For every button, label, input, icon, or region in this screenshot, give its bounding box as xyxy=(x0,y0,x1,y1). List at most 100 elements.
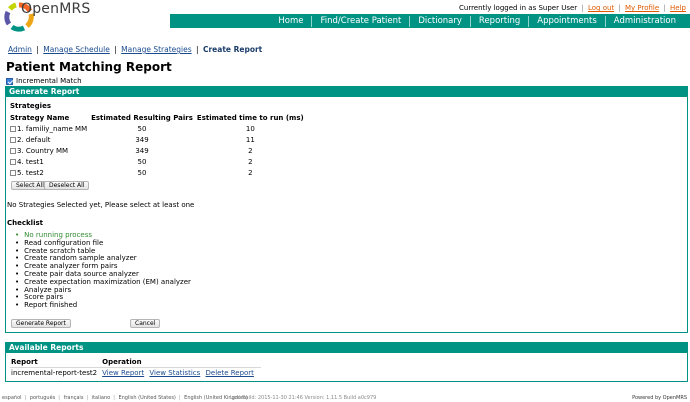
divider: | xyxy=(196,45,199,54)
pairs-value: 50 xyxy=(137,157,147,166)
view-report-link[interactable]: View Report xyxy=(102,369,144,377)
cancel-button[interactable]: Cancel xyxy=(130,319,161,328)
table-row: 3. Country MM 349 2 xyxy=(10,145,308,156)
divider: | xyxy=(663,4,666,12)
strategy-cell: 5. test2 xyxy=(10,167,91,178)
available-reports-panel: Available Reports Report Operation incre… xyxy=(5,342,688,382)
col-estimated-time: Estimated time to run (ms) xyxy=(196,114,304,122)
table-row: 1. familiy_name MM 50 10 xyxy=(10,123,308,134)
user-bar: Currently logged in as Super User | Log … xyxy=(459,4,686,12)
language-link[interactable]: español xyxy=(2,395,22,401)
strategy-name: 5. test2 xyxy=(17,168,44,177)
strategies-title: Strategies xyxy=(10,102,51,110)
strategy-cell: 3. Country MM xyxy=(10,145,91,156)
time-value: 2 xyxy=(248,157,253,166)
panel-header: Available Reports xyxy=(6,343,687,353)
time-value: 11 xyxy=(245,135,255,144)
time-value: 2 xyxy=(248,146,253,155)
breadcrumb: Admin | Manage Schedule | Manage Strateg… xyxy=(8,45,262,54)
manage-schedule-link[interactable]: Manage Schedule xyxy=(43,45,110,54)
manage-strategies-link[interactable]: Manage Strategies xyxy=(121,45,191,54)
col-estimated-pairs: Estimated Resulting Pairs xyxy=(91,114,193,122)
language-link[interactable]: português xyxy=(30,395,55,401)
checklist-item: Report finished xyxy=(15,301,191,310)
language-link[interactable]: français xyxy=(64,395,84,401)
logout-link[interactable]: Log out xyxy=(588,4,614,12)
nav-find-create-patient[interactable]: Find/Create Patient xyxy=(311,15,409,27)
brand-name: OpenMRS xyxy=(21,1,91,17)
divider: | xyxy=(178,395,181,401)
nav-dictionary[interactable]: Dictionary xyxy=(409,15,470,27)
incremental-match-label: Incremental Match xyxy=(16,77,82,85)
divider: | xyxy=(24,395,27,401)
table-row: incremental-report-test2 View Report Vie… xyxy=(10,367,261,379)
divider: | xyxy=(581,4,584,12)
nav-home[interactable]: Home xyxy=(270,16,311,27)
divider: | xyxy=(618,4,621,12)
col-operation: Operation xyxy=(102,358,142,366)
strategy-checkbox[interactable] xyxy=(10,169,16,176)
main-nav: Home Find/Create Patient Dictionary Repo… xyxy=(170,14,690,28)
nav-appointments[interactable]: Appointments xyxy=(528,15,605,27)
divider: | xyxy=(58,395,60,401)
strategy-name: 2. default xyxy=(17,135,51,144)
strategy-checkbox[interactable] xyxy=(10,147,16,154)
status-message: No Strategies Selected yet, Please selec… xyxy=(7,201,195,209)
pairs-value: 349 xyxy=(135,146,149,155)
my-profile-link[interactable]: My Profile xyxy=(625,4,659,12)
create-report-current: Create Report xyxy=(202,45,263,54)
generate-report-panel: Generate Report Strategies Strategy Name… xyxy=(5,86,688,333)
strategies-table: Strategy Name Estimated Resulting Pairs … xyxy=(10,113,308,178)
powered-by: Powered by OpenMRS xyxy=(632,395,687,401)
strategy-cell: 1. familiy_name MM xyxy=(10,123,91,134)
divider: | xyxy=(36,45,39,54)
delete-report-link[interactable]: Delete Report xyxy=(206,369,254,377)
table-header: Strategy Name Estimated Resulting Pairs … xyxy=(10,113,308,123)
strategy-checkbox[interactable] xyxy=(10,158,16,165)
admin-link[interactable]: Admin xyxy=(8,45,32,54)
table-row: 2. default 349 11 xyxy=(10,134,308,145)
pairs-value: 50 xyxy=(137,124,147,133)
strategy-checkbox[interactable] xyxy=(10,136,16,143)
nav-reporting[interactable]: Reporting xyxy=(469,15,528,27)
language-link[interactable]: italiano xyxy=(92,395,110,401)
page-title: Patient Matching Report xyxy=(6,60,172,74)
build-info: Last Build: 2015-11-30 21:46 Version: 1.… xyxy=(230,395,377,401)
language-link[interactable]: English (United States) xyxy=(118,395,175,401)
incremental-match: Incremental Match xyxy=(6,77,82,85)
pairs-value: 349 xyxy=(135,135,149,144)
checklist: No running process Read configuration fi… xyxy=(15,231,191,310)
deselect-all-button[interactable]: Deselect All xyxy=(44,181,90,190)
strategy-cell: 4. test1 xyxy=(10,156,91,167)
divider: | xyxy=(113,395,115,401)
strategy-name: 3. Country MM xyxy=(17,146,69,155)
table-row: 5. test2 50 2 xyxy=(10,167,308,178)
report-name: incremental-report-test2 xyxy=(10,367,102,379)
nav-administration[interactable]: Administration xyxy=(604,15,684,27)
reports-table: Report Operation incremental-report-test… xyxy=(10,357,261,379)
table-header: Report Operation xyxy=(10,357,261,368)
footer: español | português | français | italiano | … xyxy=(0,395,690,402)
logged-in-text: Currently logged in as Super User xyxy=(459,4,578,12)
divider: | xyxy=(86,395,89,401)
col-report: Report xyxy=(11,358,38,366)
header: OpenMRS Currently logged in as Super Use… xyxy=(0,0,690,36)
strategy-checkbox[interactable] xyxy=(10,125,16,132)
time-value: 10 xyxy=(245,124,255,133)
language-list: español | português | français | italiano | … xyxy=(2,395,249,401)
panel-header: Generate Report xyxy=(6,87,687,97)
pairs-value: 50 xyxy=(137,168,147,177)
strategy-name: 4. test1 xyxy=(17,157,44,166)
time-value: 2 xyxy=(248,168,253,177)
divider: | xyxy=(114,45,117,54)
help-link[interactable]: Help xyxy=(670,4,686,12)
table-row: 4. test1 50 2 xyxy=(10,156,308,167)
checklist-title: Checklist xyxy=(7,219,43,227)
generate-report-button[interactable]: Generate Report xyxy=(11,319,71,328)
incremental-match-checkbox[interactable] xyxy=(6,77,13,85)
view-statistics-link[interactable]: View Statistics xyxy=(149,369,200,377)
strategy-cell: 2. default xyxy=(10,134,91,145)
col-strategy-name: Strategy Name xyxy=(10,114,70,122)
report-operations: View Report View Statistics Delete Repor… xyxy=(101,367,261,379)
strategy-name: 1. familiy_name MM xyxy=(17,124,88,133)
